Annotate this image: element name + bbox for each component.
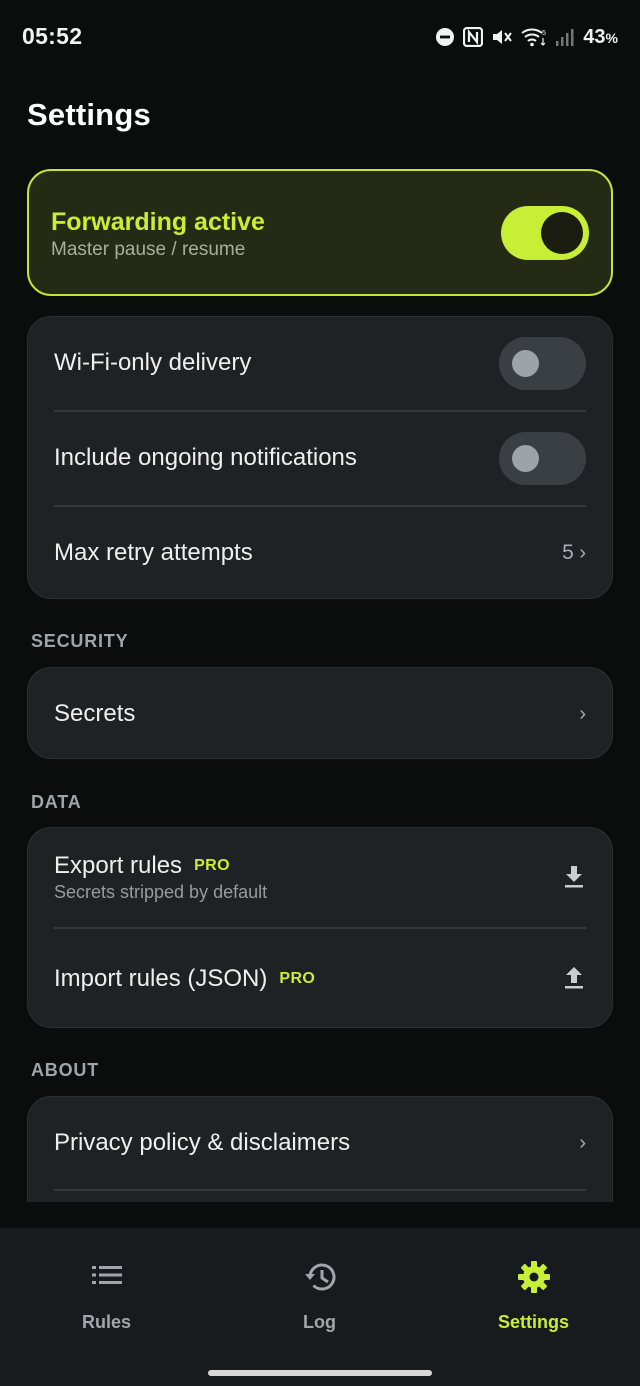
chevron-right-icon: › bbox=[579, 542, 586, 564]
general-settings-card: Wi-Fi-only delivery Include ongoing noti… bbox=[27, 316, 613, 599]
max-retry-label: Max retry attempts bbox=[54, 539, 253, 566]
history-icon bbox=[302, 1260, 338, 1299]
chevron-right-icon: › bbox=[579, 1132, 586, 1154]
forwarding-title: Forwarding active bbox=[51, 208, 265, 236]
privacy-policy-label: Privacy policy & disclaimers bbox=[54, 1129, 351, 1156]
export-rules-label: Export rules PRO bbox=[54, 852, 230, 879]
ongoing-notifications-toggle[interactable] bbox=[499, 432, 586, 485]
ongoing-notifications-label: Include ongoing notifications bbox=[54, 444, 357, 471]
bottom-navigation: Rules Log Settings bbox=[0, 1228, 640, 1386]
max-retry-count: 5 bbox=[562, 541, 574, 564]
max-retry-row[interactable]: Max retry attempts 5 › bbox=[28, 507, 612, 599]
max-retry-value: 5 › bbox=[562, 541, 586, 565]
wifi-icon: 5 bbox=[521, 27, 547, 47]
nav-item-settings[interactable]: Settings bbox=[427, 1228, 640, 1358]
toggle-knob bbox=[512, 350, 539, 377]
import-rules-row[interactable]: Import rules (JSON) PRO bbox=[28, 929, 612, 1029]
nav-item-rules[interactable]: Rules bbox=[0, 1228, 213, 1358]
list-icon bbox=[91, 1260, 123, 1295]
toggle-knob bbox=[541, 212, 583, 254]
section-header-security: SECURITY bbox=[31, 631, 129, 651]
signal-icon bbox=[555, 27, 575, 47]
section-header-about: ABOUT bbox=[31, 1060, 99, 1080]
nfc-icon bbox=[463, 27, 484, 47]
export-rules-subtitle: Secrets stripped by default bbox=[54, 882, 268, 902]
chevron-right-icon: › bbox=[579, 703, 586, 725]
wifi-only-label: Wi-Fi-only delivery bbox=[54, 349, 252, 376]
status-bar: 05:52 5 43% bbox=[0, 0, 640, 72]
wifi-only-toggle[interactable] bbox=[499, 337, 586, 390]
wifi-only-row[interactable]: Wi-Fi-only delivery bbox=[28, 317, 612, 411]
data-card: Export rules PRO Secrets stripped by defa… bbox=[27, 827, 613, 1028]
page-title: Settings bbox=[27, 97, 151, 132]
nav-item-log[interactable]: Log bbox=[213, 1228, 426, 1358]
nav-label-log: Log bbox=[303, 1312, 336, 1332]
mute-icon bbox=[491, 27, 513, 47]
privacy-policy-row[interactable]: Privacy policy & disclaimers › bbox=[28, 1097, 612, 1189]
toggle-knob bbox=[512, 445, 539, 472]
home-indicator[interactable] bbox=[208, 1370, 432, 1376]
ongoing-notifications-row[interactable]: Include ongoing notifications bbox=[28, 412, 612, 506]
security-card: Secrets › bbox=[27, 667, 613, 759]
status-time: 05:52 bbox=[22, 23, 83, 49]
gear-icon bbox=[517, 1260, 551, 1299]
pro-badge: PRO bbox=[194, 857, 230, 874]
export-rules-row[interactable]: Export rules PRO Secrets stripped by defa… bbox=[28, 828, 612, 928]
svg-text:5: 5 bbox=[542, 30, 546, 37]
dnd-icon bbox=[435, 27, 455, 47]
upload-icon[interactable] bbox=[564, 966, 584, 995]
nav-label-rules: Rules bbox=[81, 1312, 132, 1332]
status-icons: 5 43% bbox=[435, 24, 618, 50]
scroll-fade bbox=[0, 1202, 640, 1228]
section-header-data: DATA bbox=[31, 792, 82, 812]
forwarding-master-card[interactable]: Forwarding active Master pause / resume bbox=[27, 169, 613, 296]
download-icon[interactable] bbox=[564, 865, 584, 894]
secrets-label: Secrets bbox=[54, 700, 136, 727]
secrets-row[interactable]: Secrets › bbox=[28, 668, 612, 760]
pro-badge: PRO bbox=[279, 970, 316, 987]
forwarding-toggle[interactable] bbox=[501, 206, 589, 260]
import-rules-label: Import rules (JSON) PRO bbox=[54, 965, 316, 992]
nav-label-settings: Settings bbox=[497, 1312, 569, 1332]
forwarding-subtitle: Master pause / resume bbox=[51, 239, 246, 260]
divider bbox=[54, 1189, 586, 1191]
battery-percent: 43% bbox=[583, 25, 618, 48]
